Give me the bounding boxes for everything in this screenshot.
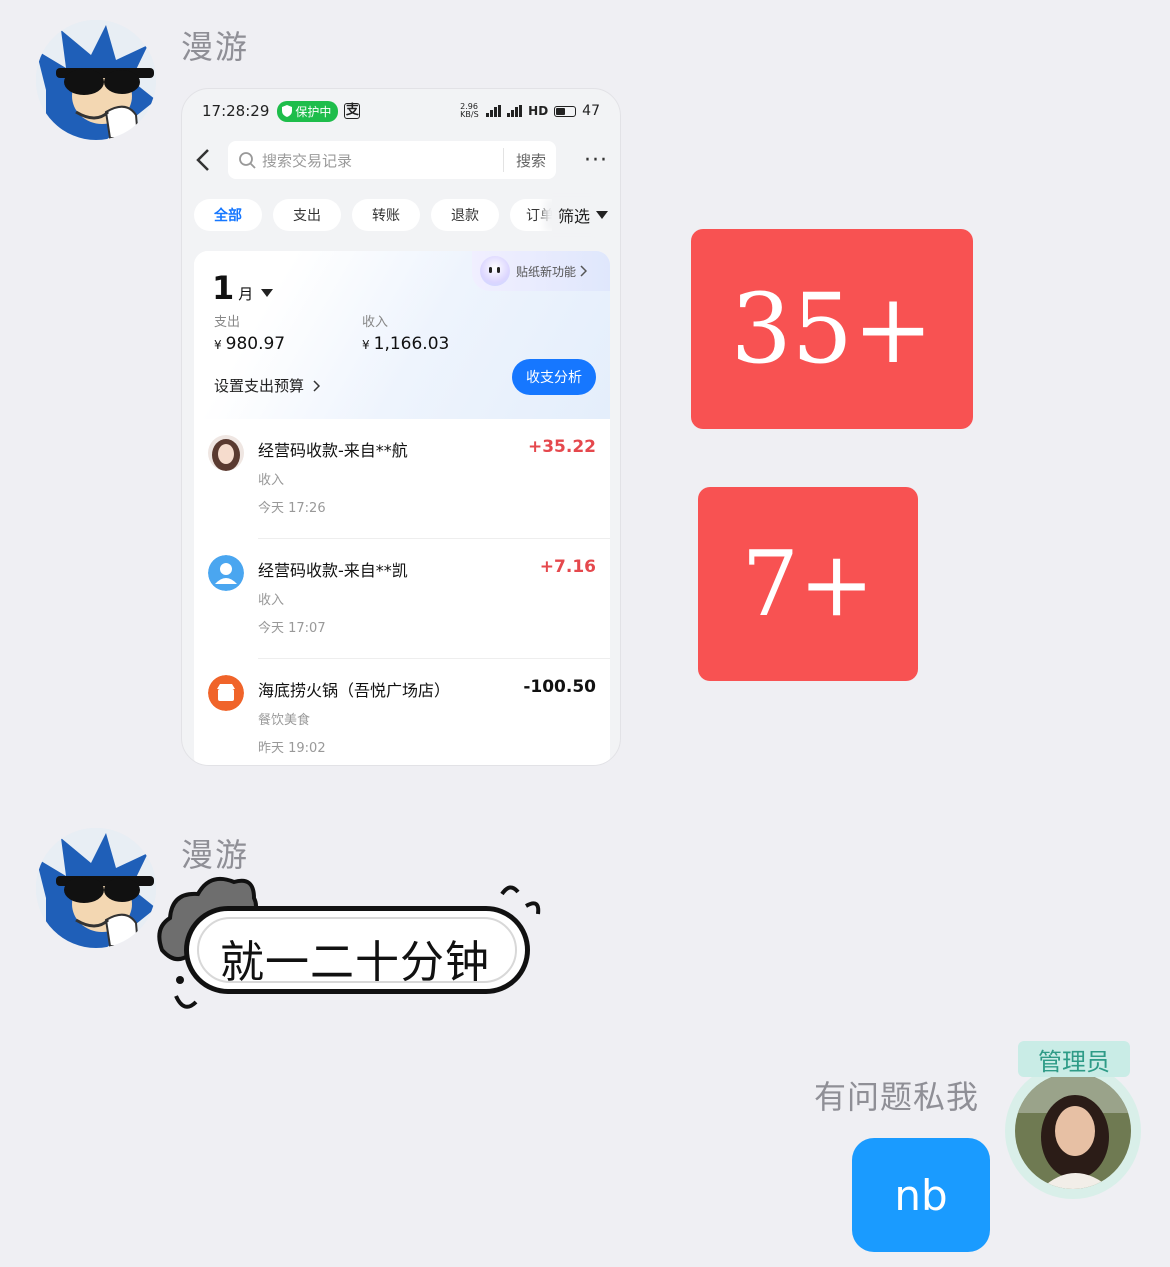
transaction-row[interactable]: 海底捞火锅（吾悦广场店） 餐饮美食 昨天 19:02 -100.50 (194, 659, 610, 765)
chevron-left-icon (196, 149, 209, 171)
transaction-time: 今天 17:07 (258, 621, 326, 636)
currency-symbol: ¥ (362, 338, 370, 352)
income-label: 收入 (362, 315, 389, 330)
transaction-row[interactable]: 经营码收款-来自**航 收入 今天 17:26 +35.22 (194, 419, 610, 539)
status-bar: 17:28:29 保护中 支 2.96 KB/S HD 47 (182, 89, 620, 133)
chip-all[interactable]: 全部 (194, 199, 262, 231)
expense-stat: 支出 ¥980.97 (214, 311, 285, 354)
woman-avatar-icon (1015, 1073, 1131, 1189)
chip-transfer[interactable]: 转账 (352, 199, 420, 231)
hd-label: HD (528, 104, 549, 118)
battery-level: 47 (582, 103, 600, 119)
battery-icon (554, 105, 577, 117)
transaction-time: 今天 17:26 (258, 501, 326, 516)
income-stat: 收入 ¥1,166.03 (362, 311, 449, 354)
sticker-label: 贴纸新功能 (516, 264, 577, 279)
more-menu-icon[interactable]: ··· (584, 148, 608, 173)
month-number: 1 (212, 269, 235, 307)
transaction-title: 经营码收款-来自**航 (258, 441, 408, 460)
transaction-category: 收入 (258, 473, 285, 488)
search-input[interactable]: 搜索交易记录 搜索 (228, 141, 556, 179)
sender-name: 漫游 (181, 28, 250, 66)
filter-chips: 全部 支出 转账 退款 订单 筛选 (182, 198, 620, 232)
sticker-35-plus[interactable]: 35+ (691, 229, 973, 429)
pay-app-icon: 支 (344, 103, 361, 119)
transaction-amount: +35.22 (527, 437, 596, 457)
search-divider (502, 148, 504, 172)
search-placeholder: 搜索交易记录 (262, 151, 353, 170)
status-time: 17:28:29 (202, 102, 270, 120)
set-budget-link[interactable]: 设置支出预算 (214, 375, 321, 396)
payment-screenshot[interactable]: 17:28:29 保护中 支 2.96 KB/S HD 47 搜索交易记录 搜索… (181, 88, 621, 766)
chip-refund[interactable]: 退款 (431, 199, 499, 231)
transaction-time: 昨天 19:02 (258, 741, 326, 756)
month-unit: 月 (238, 285, 254, 303)
sonic-avatar-icon (36, 20, 156, 140)
transaction-title: 海底捞火锅（吾悦广场店） (258, 681, 451, 700)
chevron-right-icon (313, 379, 321, 392)
caret-down-icon (596, 211, 608, 219)
bubble-text: 就一二十分钟 (220, 937, 490, 988)
currency-symbol: ¥ (214, 338, 222, 352)
search-row: 搜索交易记录 搜索 ··· (182, 133, 620, 187)
chevron-right-icon (580, 265, 588, 277)
expense-value: 980.97 (225, 334, 286, 354)
filter-label: 筛选 (557, 207, 590, 226)
admin-message-bubble[interactable]: nb (852, 1138, 990, 1252)
sticker-bubble[interactable]: 就一二十分钟 (150, 870, 550, 1020)
search-button[interactable]: 搜索 (516, 150, 546, 171)
month-summary: 1 月 贴纸新功能 支出 ¥980.97 收入 ¥1,166.03 设置支出预算 (194, 251, 610, 419)
transaction-category: 餐饮美食 (258, 713, 311, 728)
chip-expense[interactable]: 支出 (273, 199, 341, 231)
admin-role-tag: 管理员 (1018, 1041, 1130, 1077)
sender-avatar[interactable] (36, 20, 156, 140)
income-value: 1,166.03 (373, 334, 450, 354)
search-icon (239, 152, 256, 169)
protect-label: 保护中 (295, 104, 332, 119)
back-button[interactable] (196, 145, 216, 175)
net-speed: 2.96 KB/S (460, 102, 479, 119)
user-icon (208, 555, 244, 591)
signal-icon (507, 105, 523, 117)
caret-down-icon (261, 289, 274, 297)
month-selector[interactable]: 1 月 (212, 269, 274, 307)
sticker-face-icon (480, 256, 510, 286)
transaction-amount: +7.16 (539, 557, 596, 577)
expense-label: 支出 (214, 315, 241, 330)
budget-label: 设置支出预算 (214, 377, 305, 395)
bill-card: 1 月 贴纸新功能 支出 ¥980.97 收入 ¥1,166.03 设置支出预算 (194, 251, 610, 765)
transaction-amount: -100.50 (523, 677, 596, 697)
girl-avatar-icon (208, 435, 244, 471)
admin-name: 有问题私我 (814, 1078, 980, 1116)
store-icon (208, 675, 244, 711)
sonic-avatar-icon (36, 828, 156, 948)
signal-icon (486, 105, 502, 117)
sender-avatar[interactable] (36, 828, 156, 948)
transaction-title: 经营码收款-来自**凯 (258, 561, 408, 580)
analysis-button[interactable]: 收支分析 (512, 359, 596, 395)
shield-icon (282, 105, 293, 117)
filter-button[interactable]: 筛选 (551, 198, 608, 232)
admin-avatar[interactable] (1005, 1063, 1141, 1199)
status-right: 2.96 KB/S HD 47 (460, 102, 600, 120)
sticker-feature-banner[interactable]: 贴纸新功能 (472, 251, 610, 291)
protect-badge: 保护中 (277, 100, 339, 122)
transaction-row[interactable]: 经营码收款-来自**凯 收入 今天 17:07 +7.16 (194, 539, 610, 659)
transaction-category: 收入 (258, 593, 285, 608)
sticker-7-plus[interactable]: 7+ (698, 487, 918, 681)
